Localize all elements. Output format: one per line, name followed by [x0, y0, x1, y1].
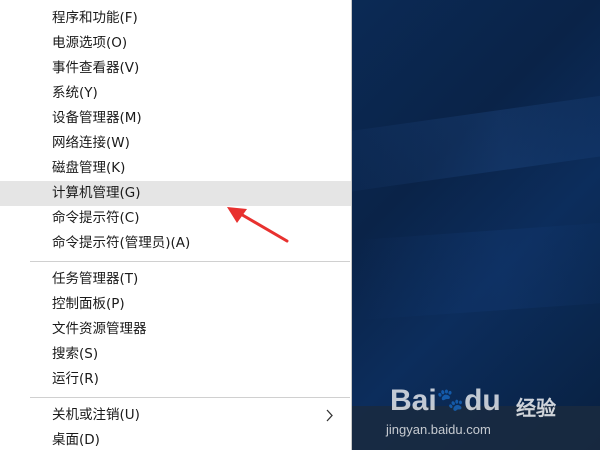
watermark-logo-text: du	[464, 384, 501, 417]
menu-item-command-prompt[interactable]: 命令提示符(C)	[0, 206, 351, 231]
menu-item-label: 系统(Y)	[52, 85, 98, 101]
menu-item-computer-management[interactable]: 计算机管理(G)	[0, 181, 351, 206]
menu-item-label: 关机或注销(U)	[52, 407, 140, 423]
menu-item-device-manager[interactable]: 设备管理器(M)	[0, 106, 351, 131]
menu-item-label: 设备管理器(M)	[52, 110, 142, 126]
menu-item-label: 任务管理器(T)	[52, 271, 139, 287]
menu-item-label: 程序和功能(F)	[52, 10, 138, 26]
menu-item-label: 命令提示符(C)	[52, 210, 140, 226]
menu-item-system[interactable]: 系统(Y)	[0, 81, 351, 106]
menu-item-label: 文件资源管理器	[52, 321, 147, 337]
menu-item-programs-features[interactable]: 程序和功能(F)	[0, 6, 351, 31]
menu-item-label: 控制面板(P)	[52, 296, 125, 312]
menu-item-label: 桌面(D)	[52, 432, 100, 448]
menu-item-command-prompt-admin[interactable]: 命令提示符(管理员)(A)	[0, 231, 351, 256]
menu-item-label: 运行(R)	[52, 371, 99, 387]
baidu-watermark: Bai🐾du 经验 jingyan.baidu.com	[370, 384, 590, 446]
watermark-logo-text: Bai	[390, 384, 437, 417]
menu-item-label: 计算机管理(G)	[52, 185, 141, 201]
menu-item-label: 网络连接(W)	[52, 135, 130, 151]
watermark-url: jingyan.baidu.com	[386, 422, 491, 437]
annotation-arrow-icon	[227, 207, 289, 243]
desktop-light-ray	[352, 81, 600, 199]
menu-item-label: 搜索(S)	[52, 346, 99, 362]
menu-item-label: 电源选项(O)	[52, 35, 128, 51]
desktop-light-ray	[352, 219, 600, 321]
menu-item-label: 事件查看器(V)	[52, 60, 140, 76]
menu-item-task-manager[interactable]: 任务管理器(T)	[0, 267, 351, 292]
menu-item-shutdown-signout[interactable]: 关机或注销(U)	[0, 403, 351, 428]
baidu-logo: Bai🐾du	[390, 384, 501, 418]
desktop-background	[352, 0, 600, 450]
menu-item-event-viewer[interactable]: 事件查看器(V)	[0, 56, 351, 81]
menu-item-network-connections[interactable]: 网络连接(W)	[0, 131, 351, 156]
menu-item-label: 磁盘管理(K)	[52, 160, 126, 176]
menu-separator	[30, 261, 350, 262]
menu-item-desktop[interactable]: 桌面(D)	[0, 428, 351, 450]
menu-item-control-panel[interactable]: 控制面板(P)	[0, 292, 351, 317]
watermark-label: 经验	[516, 396, 556, 420]
menu-item-power-options[interactable]: 电源选项(O)	[0, 31, 351, 56]
menu-item-run[interactable]: 运行(R)	[0, 367, 351, 392]
menu-item-label: 命令提示符(管理员)(A)	[52, 235, 191, 251]
menu-item-search[interactable]: 搜索(S)	[0, 342, 351, 367]
menu-item-file-explorer[interactable]: 文件资源管理器	[0, 317, 351, 342]
paw-icon: 🐾	[436, 387, 465, 412]
menu-item-disk-management[interactable]: 磁盘管理(K)	[0, 156, 351, 181]
menu-separator	[30, 397, 350, 398]
winx-context-menu: 程序和功能(F) 电源选项(O) 事件查看器(V) 系统(Y) 设备管理器(M)…	[0, 0, 352, 450]
